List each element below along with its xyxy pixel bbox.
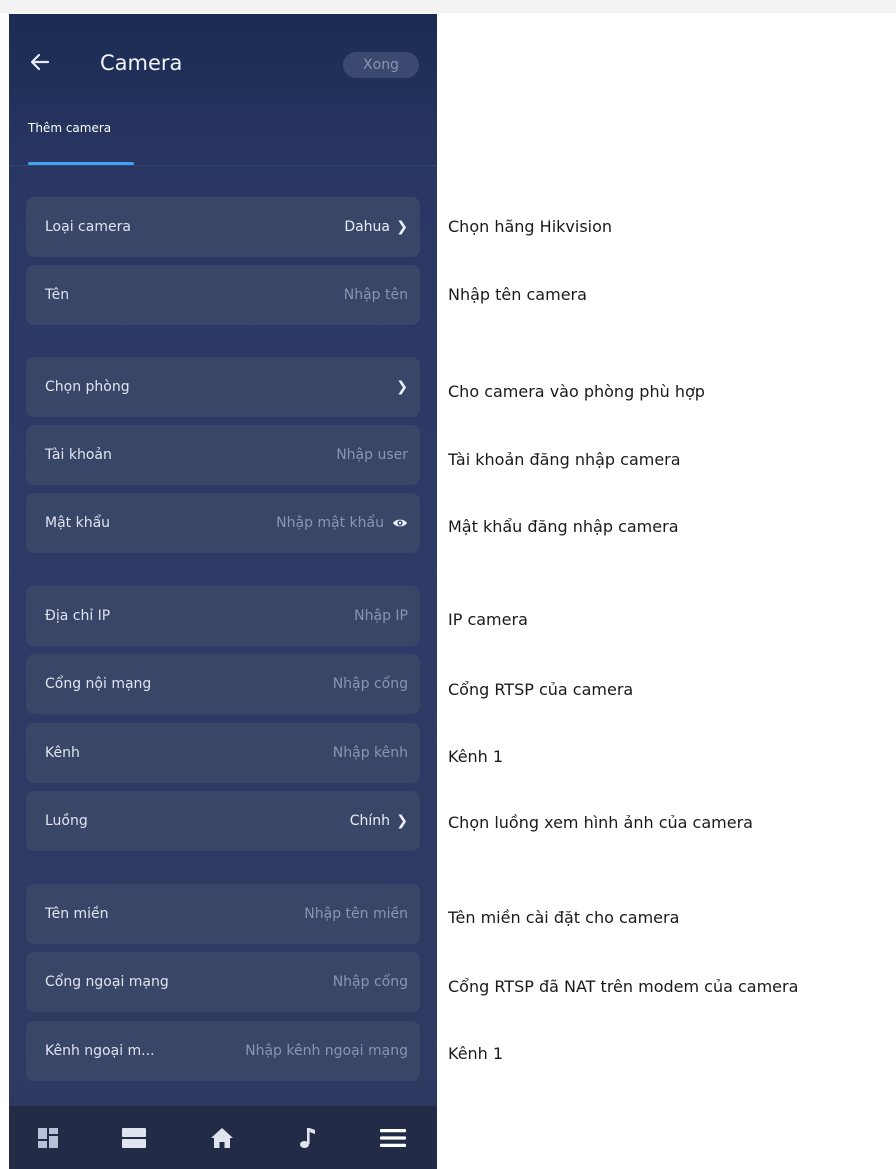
row-label: Kênh <box>45 745 80 761</box>
row-password[interactable]: Mật khẩu Nhập mật khẩu <box>26 493 420 553</box>
row-value: Dahua <box>344 219 390 235</box>
row-label: Tên miền <box>45 906 109 922</box>
top-strip <box>0 0 896 13</box>
password-input[interactable]: Nhập mật khẩu <box>276 493 384 553</box>
row-domain[interactable]: Tên miền Nhập tên miền <box>26 884 420 944</box>
external-port-input[interactable]: Nhập cổng <box>333 952 408 1012</box>
row-camera-type[interactable]: Loại camera Dahua ❯ <box>26 197 420 257</box>
annotation-camera-type: Chọn hãng Hikvision <box>448 217 613 236</box>
list-icon[interactable] <box>114 1106 154 1169</box>
annotation-password: Mật khẩu đăng nhập camera <box>448 517 679 536</box>
row-external-port[interactable]: Cổng ngoại mạng Nhập cổng <box>26 952 420 1012</box>
name-input[interactable]: Nhập tên <box>344 265 408 325</box>
row-channel[interactable]: Kênh Nhập kênh <box>26 723 420 783</box>
row-select-room[interactable]: Chọn phòng ❯ <box>26 357 420 417</box>
arrow-left-icon[interactable] <box>30 50 50 74</box>
ip-input[interactable]: Nhập IP <box>354 586 408 646</box>
annotation-external-port: Cổng RTSP đã NAT trên modem của camera <box>448 977 799 996</box>
annotation-external-channel: Kênh 1 <box>448 1044 504 1063</box>
done-button[interactable]: Xong <box>343 52 419 78</box>
row-ip-address[interactable]: Địa chỉ IP Nhập IP <box>26 586 420 646</box>
menu-icon[interactable] <box>373 1106 413 1169</box>
annotation-channel: Kênh 1 <box>448 747 504 766</box>
bottom-nav <box>9 1106 437 1169</box>
row-label: Chọn phòng <box>45 379 130 395</box>
header: Camera Xong Thêm camera <box>9 14 437 165</box>
eye-icon[interactable] <box>392 515 408 531</box>
music-icon[interactable] <box>287 1106 327 1169</box>
row-external-channel[interactable]: Kênh ngoại m... Nhập kênh ngoại mạng <box>26 1021 420 1081</box>
annotation-domain: Tên miền cài đặt cho camera <box>448 908 680 927</box>
row-value: Chính <box>349 813 390 829</box>
annotation-room: Cho camera vào phòng phù hợp <box>448 382 705 401</box>
external-channel-input[interactable]: Nhập kênh ngoại mạng <box>245 1021 408 1081</box>
annotation-ip: IP camera <box>448 610 528 629</box>
row-label: Cổng ngoại mạng <box>45 974 169 990</box>
row-label: Loại camera <box>45 219 131 235</box>
channel-input[interactable]: Nhập kênh <box>333 723 408 783</box>
header-divider <box>9 165 437 166</box>
tab-add-camera[interactable]: Thêm camera <box>28 120 111 136</box>
row-label: Tài khoản <box>45 447 112 463</box>
row-local-port[interactable]: Cổng nội mạng Nhập cổng <box>26 654 420 714</box>
annotation-local-port: Cổng RTSP của camera <box>448 680 634 699</box>
phone-screen: Camera Xong Thêm camera Loại camera Dahu… <box>9 14 437 1169</box>
row-label: Mật khẩu <box>45 515 111 531</box>
annotation-stream: Chọn luồng xem hình ảnh của camera <box>448 813 753 832</box>
local-port-input[interactable]: Nhập cổng <box>333 654 408 714</box>
row-stream[interactable]: Luồng Chính ❯ <box>26 791 420 851</box>
chevron-right-icon: ❯ <box>396 379 408 395</box>
chevron-right-icon: ❯ <box>396 813 408 829</box>
page-title: Camera <box>100 51 183 75</box>
account-input[interactable]: Nhập user <box>336 425 408 485</box>
annotation-account: Tài khoản đăng nhập camera <box>448 450 681 469</box>
row-label: Cổng nội mạng <box>45 676 152 692</box>
row-label: Luồng <box>45 813 88 829</box>
row-label: Kênh ngoại m... <box>45 1043 155 1059</box>
domain-input[interactable]: Nhập tên miền <box>304 884 408 944</box>
annotation-name: Nhập tên camera <box>448 285 587 304</box>
row-account[interactable]: Tài khoản Nhập user <box>26 425 420 485</box>
chevron-right-icon: ❯ <box>396 219 408 235</box>
row-label: Tên <box>45 287 70 303</box>
home-icon[interactable] <box>202 1106 242 1169</box>
row-label: Địa chỉ IP <box>45 608 111 624</box>
row-name[interactable]: Tên Nhập tên <box>26 265 420 325</box>
dashboard-icon[interactable] <box>28 1106 68 1169</box>
